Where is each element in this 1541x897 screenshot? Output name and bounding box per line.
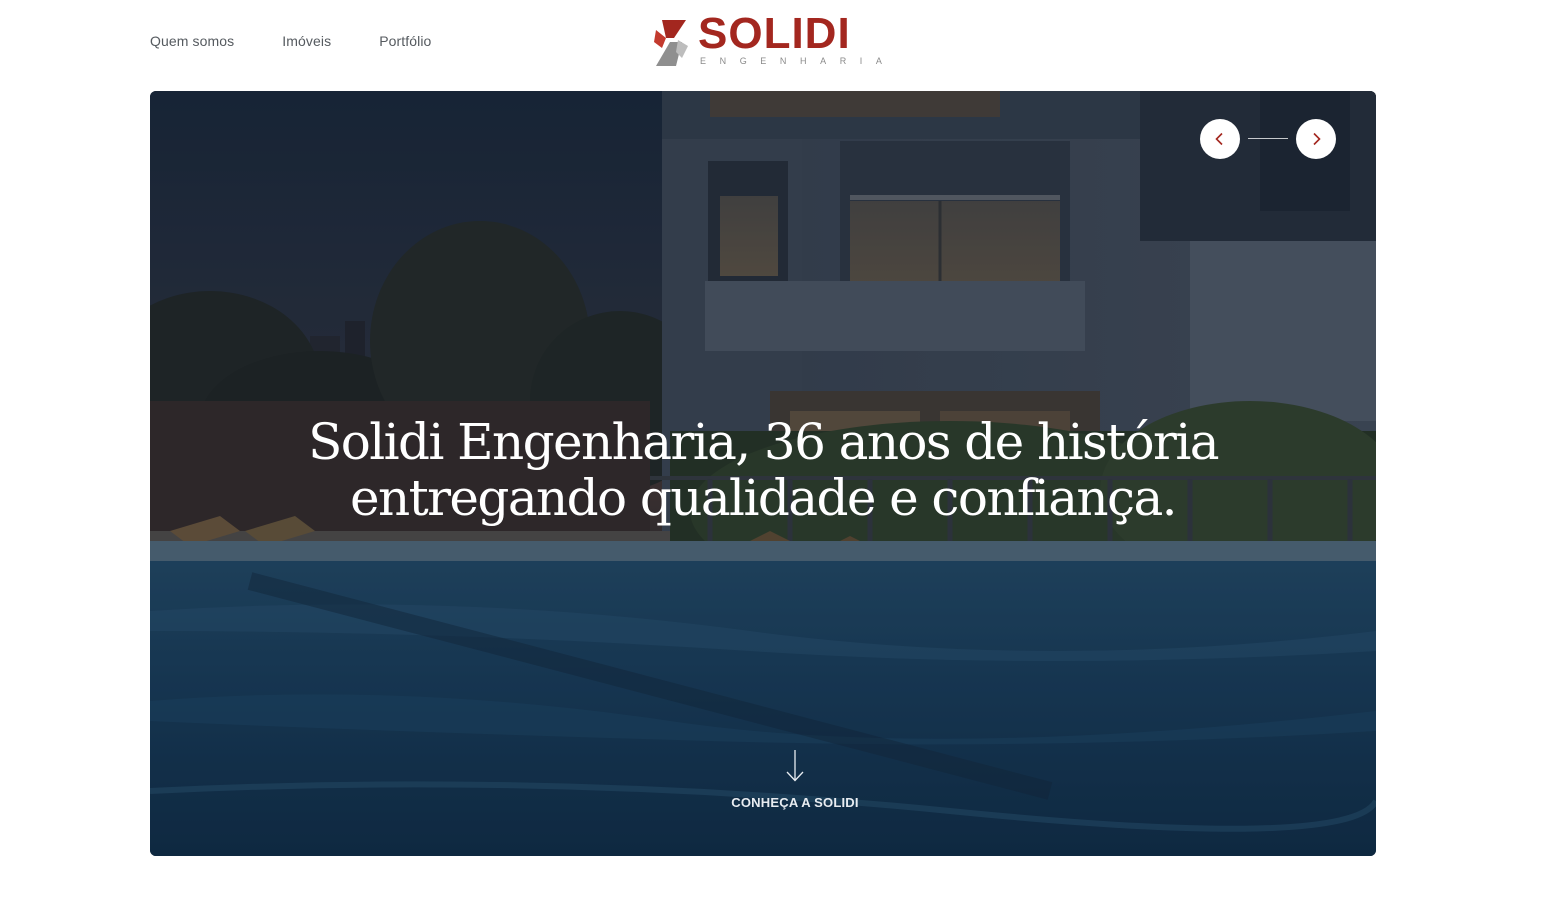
site-logo[interactable]: SOLIDI ENGENHARIA xyxy=(652,10,882,70)
hero-banner: Solidi Engenharia, 36 anos de história e… xyxy=(150,91,1376,856)
slider-controls xyxy=(1200,119,1336,159)
chevron-left-icon xyxy=(1215,132,1223,146)
logo-subtitle: ENGENHARIA xyxy=(700,56,896,66)
arrow-down-icon xyxy=(786,750,804,782)
nav-item-quem-somos[interactable]: Quem somos xyxy=(150,33,234,49)
scroll-down-link[interactable]: CONHEÇA A SOLIDI xyxy=(695,749,895,819)
slider-prev-button[interactable] xyxy=(1200,119,1240,159)
site-header: Quem somos Imóveis Portfólio SOLIDI ENGE… xyxy=(0,0,1541,90)
slider-next-button[interactable] xyxy=(1296,119,1336,159)
main-nav: Quem somos Imóveis Portfólio xyxy=(150,33,431,49)
slider-progress-line xyxy=(1248,138,1288,139)
nav-item-portfolio[interactable]: Portfólio xyxy=(379,33,431,49)
nav-item-imoveis[interactable]: Imóveis xyxy=(282,33,331,49)
solidi-s-mark-icon xyxy=(654,20,688,66)
logo-wordmark: SOLIDI xyxy=(698,9,851,58)
hero-title: Solidi Engenharia, 36 anos de história e… xyxy=(308,413,1219,527)
scroll-down-label: CONHEÇA A SOLIDI xyxy=(731,795,859,810)
chevron-right-icon xyxy=(1313,132,1321,146)
